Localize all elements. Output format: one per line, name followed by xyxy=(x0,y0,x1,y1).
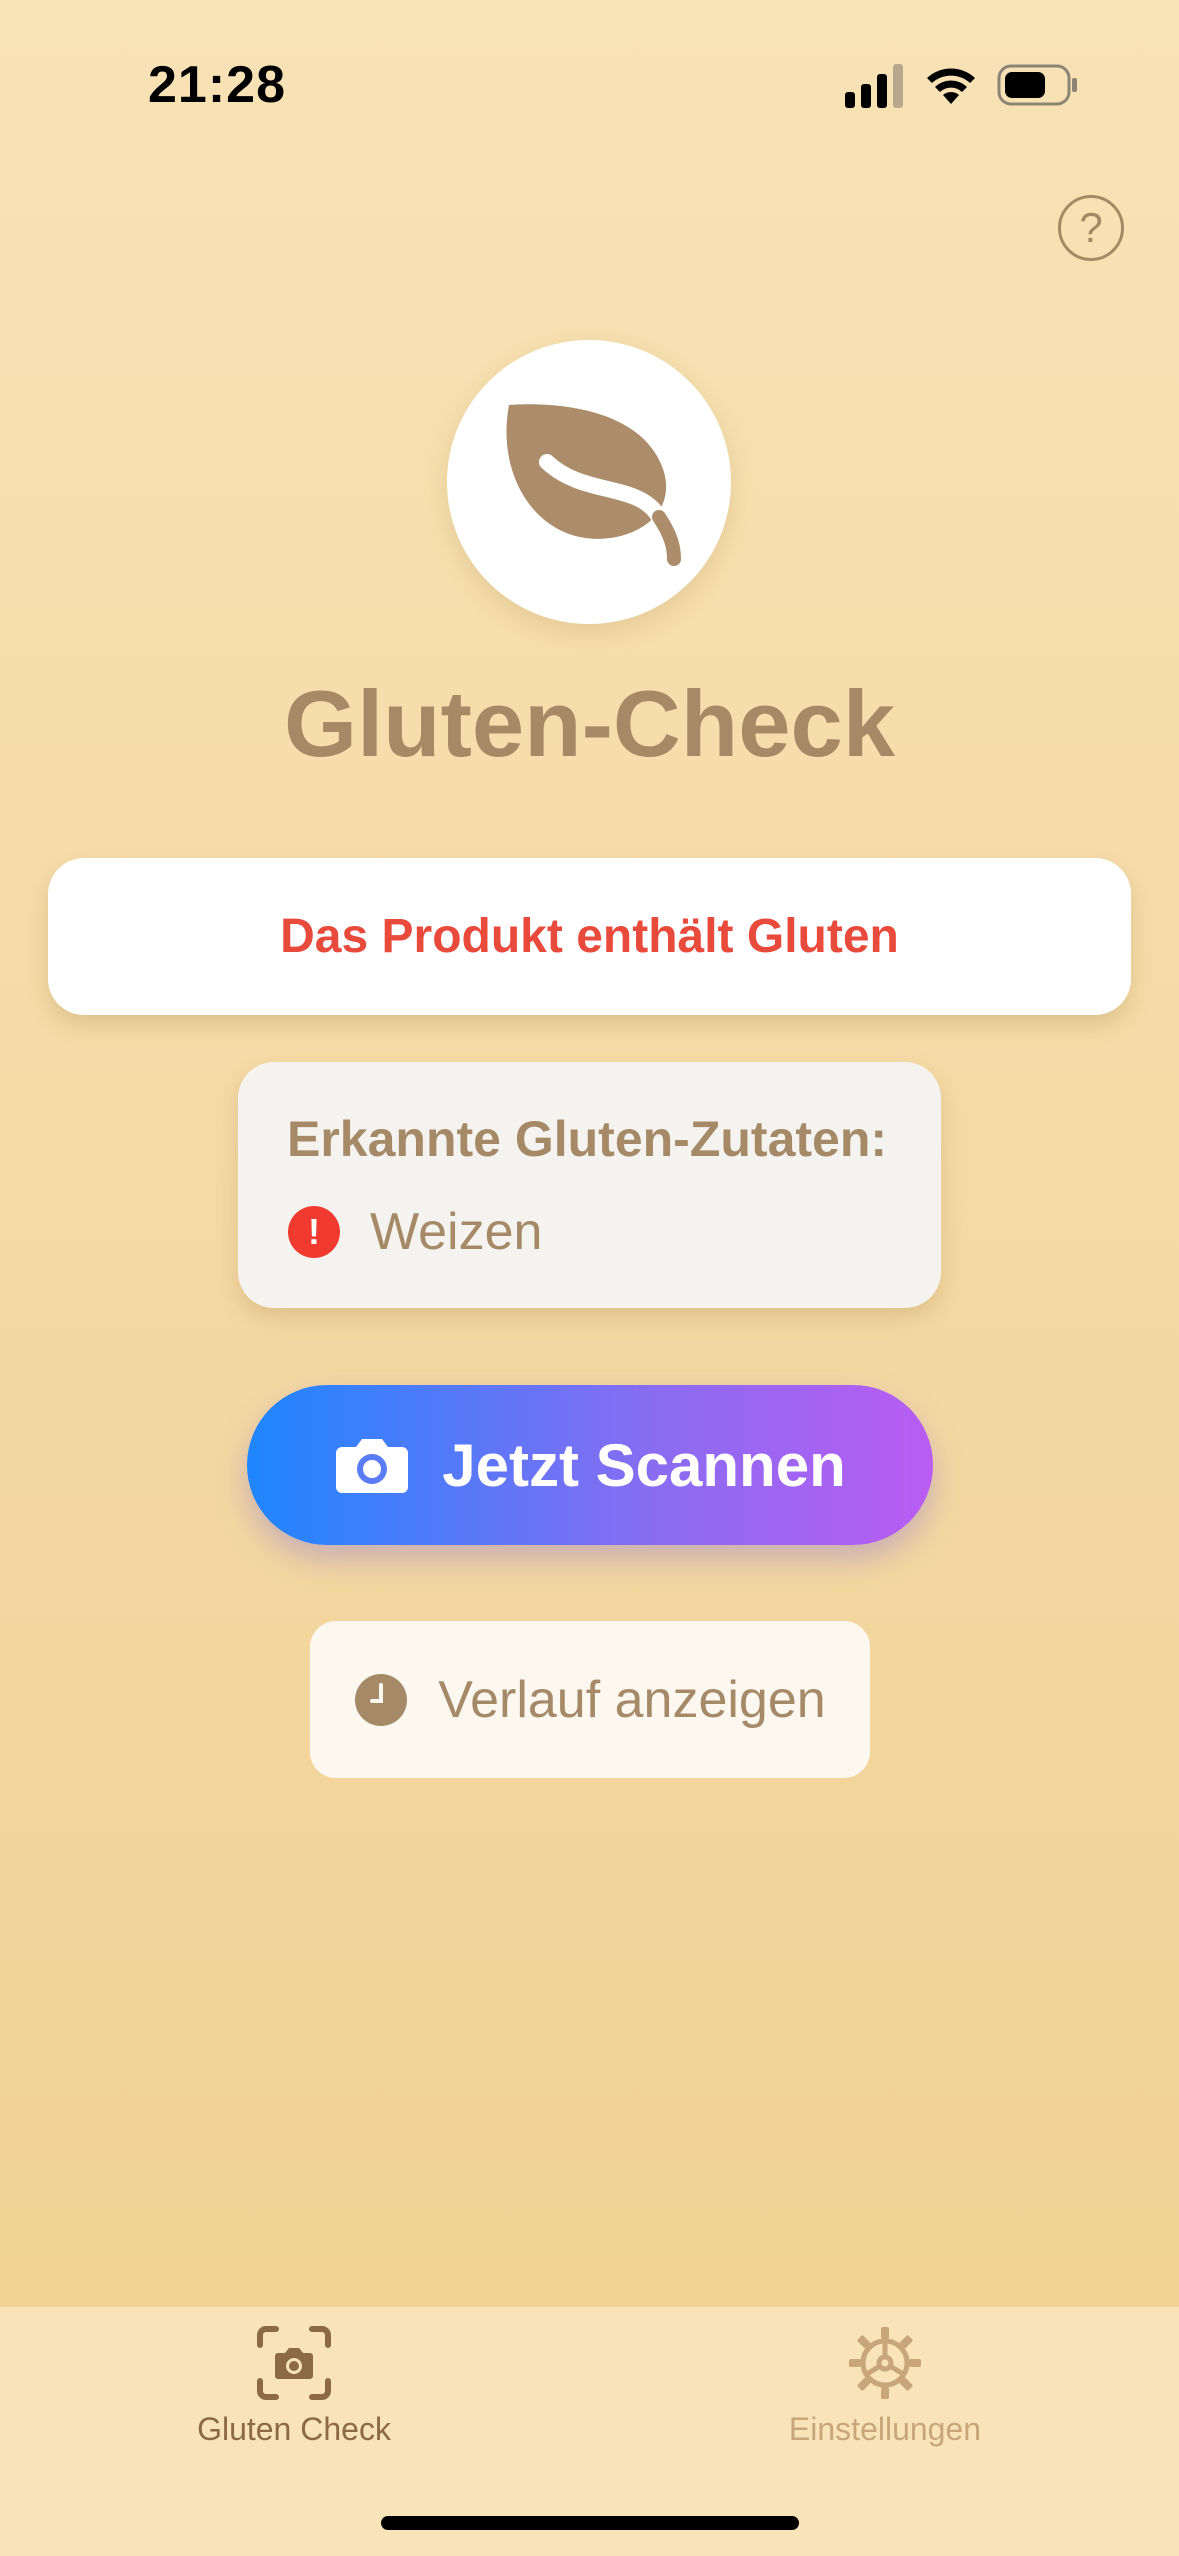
ingredient-item: ! Weizen xyxy=(288,1202,542,1262)
cellular-signal-icon xyxy=(845,64,903,108)
ingredients-title: Erkannte Gluten-Zutaten: xyxy=(287,1111,888,1167)
result-card: Das Produkt enthält Gluten xyxy=(48,858,1131,1015)
status-bar: 21:28 xyxy=(0,0,1179,150)
tab-label-gluten-check: Gluten Check xyxy=(197,2411,391,2447)
scan-label: Jetzt Scannen xyxy=(442,1431,846,1499)
ingredients-card: Erkannte Gluten-Zutaten: ! Weizen xyxy=(238,1062,941,1308)
camera-viewfinder-icon xyxy=(257,2326,331,2400)
ingredient-label: Weizen xyxy=(370,1203,543,1261)
leaf-icon xyxy=(506,404,681,566)
tab-settings[interactable]: Einstellungen xyxy=(735,2325,1035,2448)
battery-icon xyxy=(997,64,1077,106)
clock-icon xyxy=(355,1673,408,1726)
status-time: 21:28 xyxy=(148,56,286,114)
wifi-icon xyxy=(927,68,975,104)
history-label: Verlauf anzeigen xyxy=(438,1670,826,1729)
history-button[interactable]: Verlauf anzeigen xyxy=(310,1621,870,1778)
home-indicator xyxy=(381,2516,799,2530)
app-logo xyxy=(447,340,731,624)
tab-gluten-check[interactable]: Gluten Check xyxy=(144,2325,444,2448)
result-message: Das Produkt enthält Gluten xyxy=(280,910,899,963)
scan-button[interactable]: Jetzt Scannen xyxy=(247,1385,933,1545)
gear-icon xyxy=(849,2327,921,2399)
question-circle-icon: ? xyxy=(1079,204,1103,251)
exclamation-circle-icon: ! xyxy=(288,1206,340,1258)
help-button[interactable]: ? xyxy=(1058,195,1124,261)
tab-label-settings: Einstellungen xyxy=(788,2411,982,2447)
camera-icon xyxy=(336,1439,409,1493)
app-title: Gluten-Check xyxy=(283,671,896,776)
